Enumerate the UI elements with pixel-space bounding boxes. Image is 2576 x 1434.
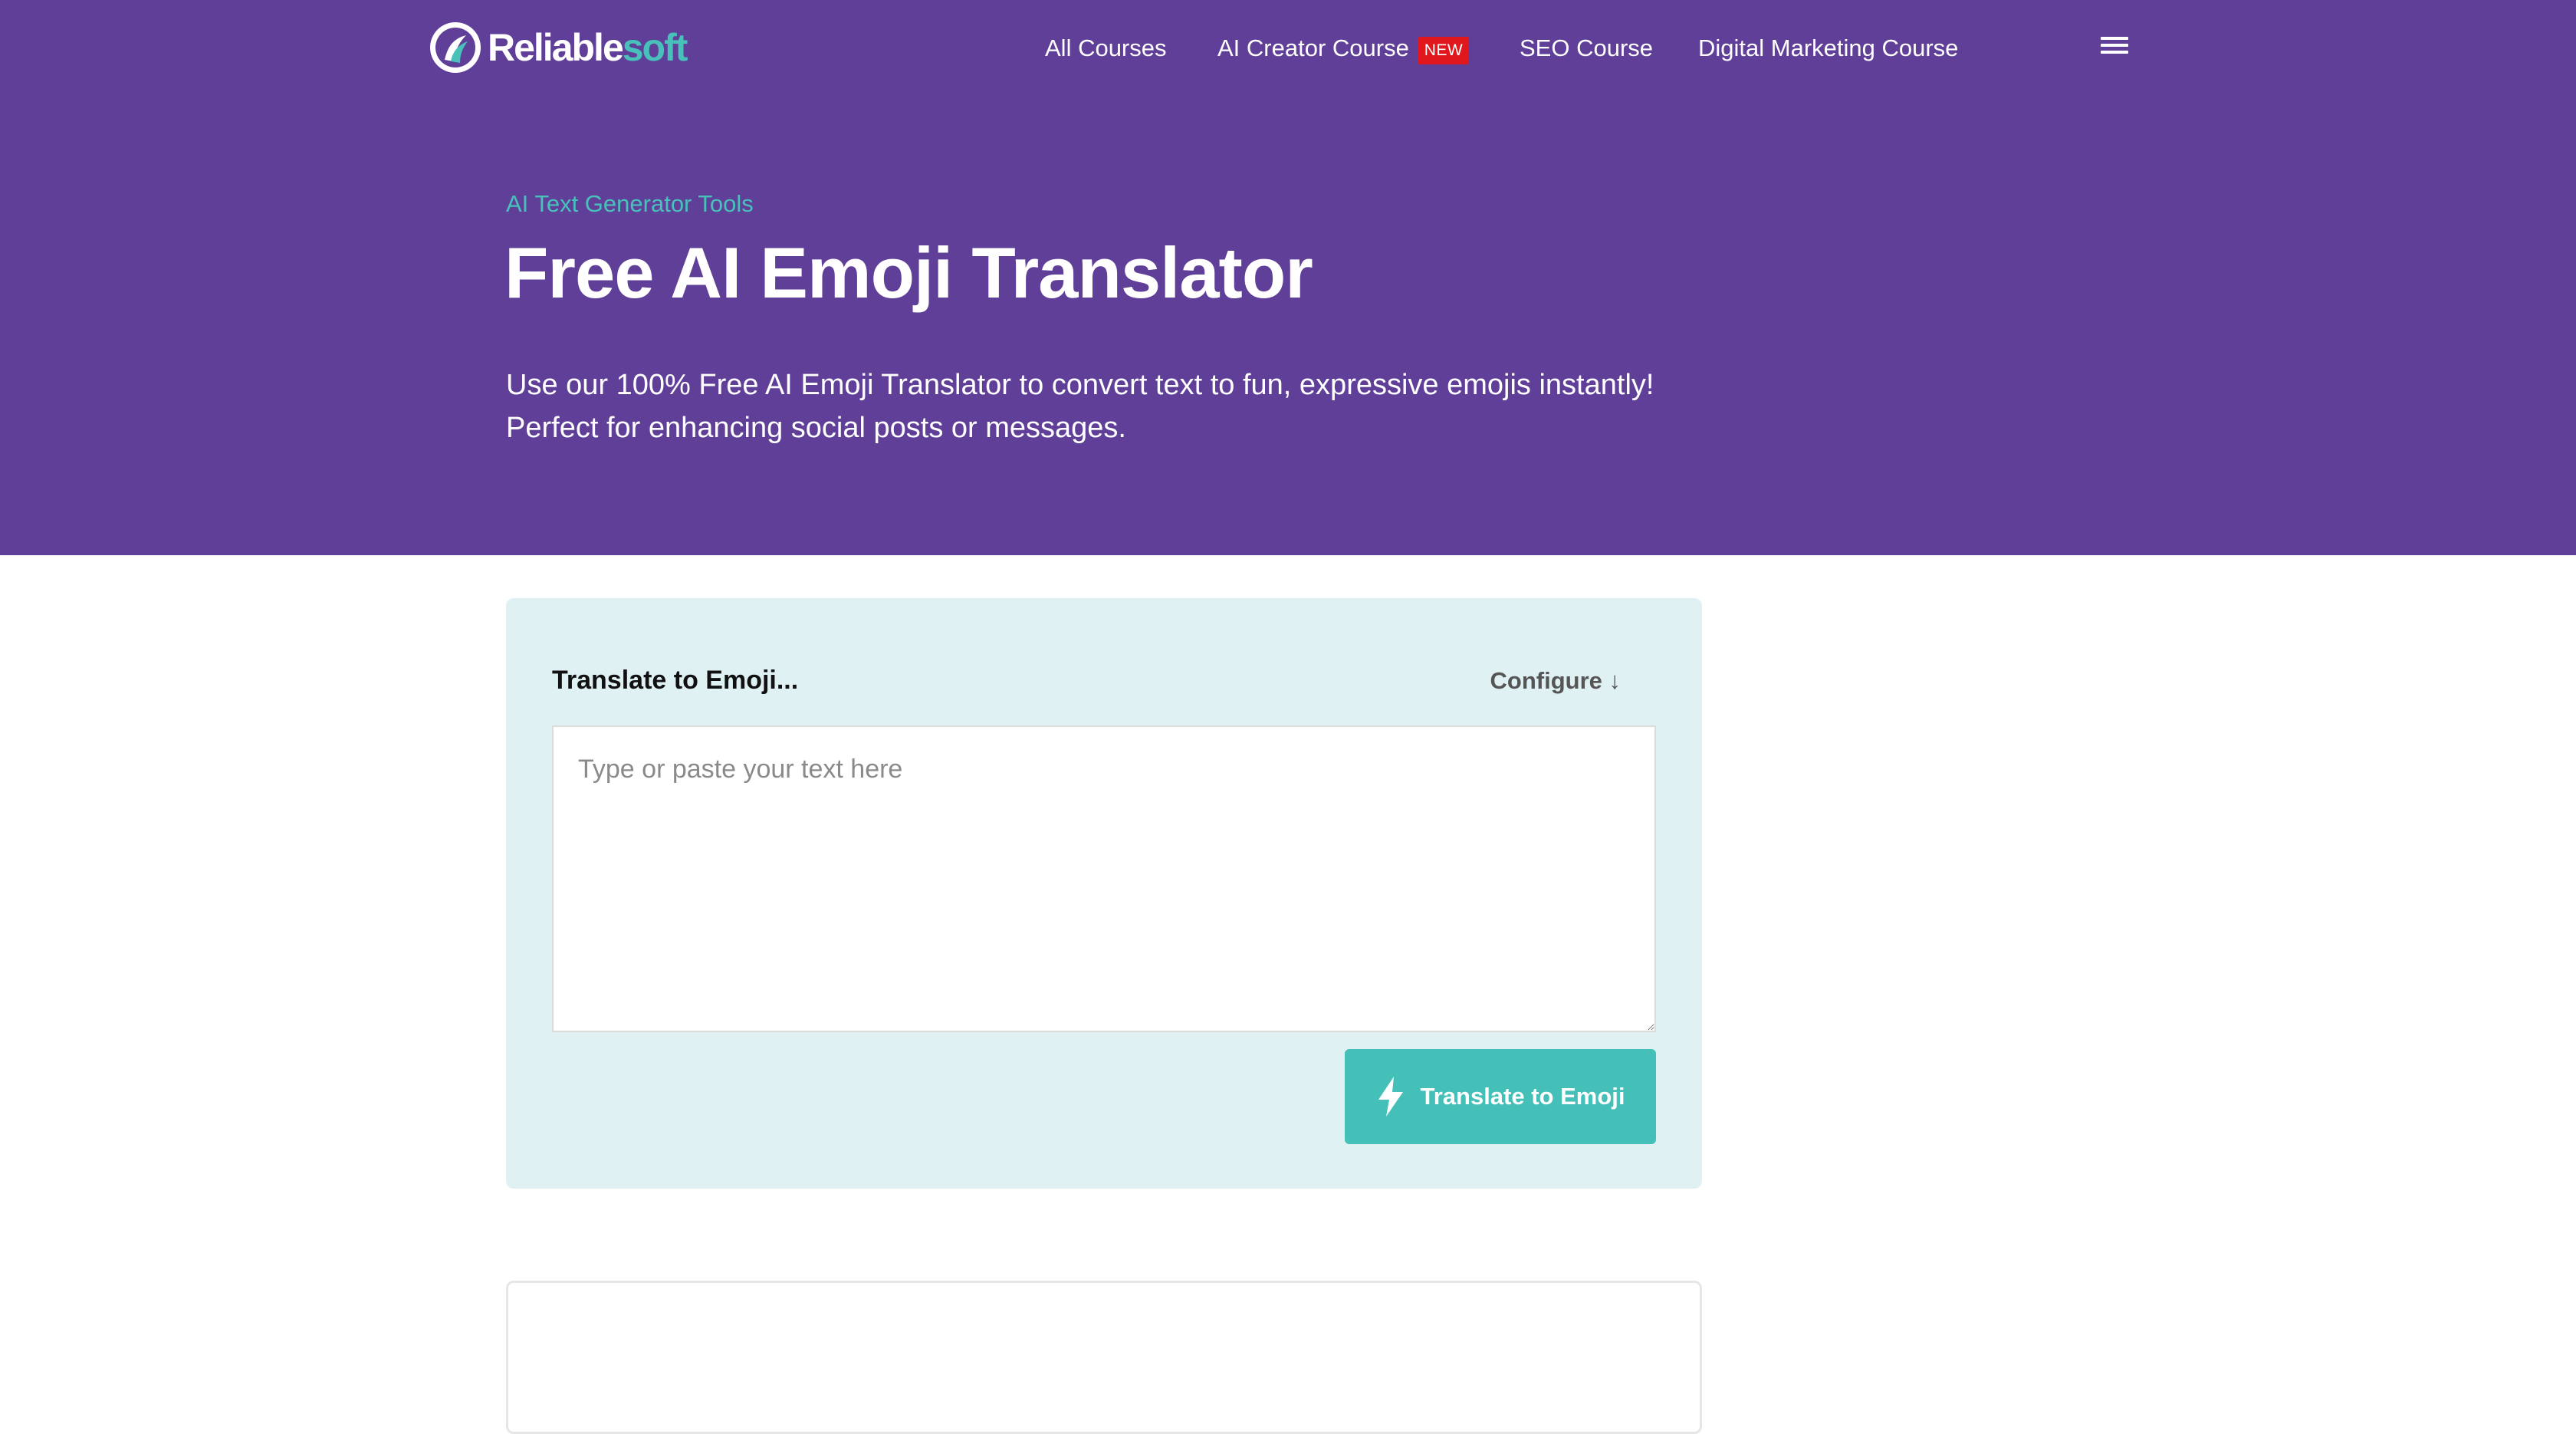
page-title: Free AI Emoji Translator bbox=[504, 232, 1313, 313]
text-input-wrapper bbox=[552, 725, 1656, 1032]
configure-toggle[interactable]: Configure ↓ bbox=[1490, 667, 1622, 695]
nav-link-seo-course[interactable]: SEO Course bbox=[1520, 31, 1653, 66]
nav-link-digital-marketing-course[interactable]: Digital Marketing Course bbox=[1698, 31, 1958, 66]
site-logo[interactable]: Reliablesoft bbox=[428, 18, 688, 77]
lightning-bolt-icon bbox=[1378, 1077, 1404, 1117]
output-card bbox=[506, 1281, 1702, 1434]
translate-button-label: Translate to Emoji bbox=[1420, 1083, 1625, 1110]
nav-link-ai-creator-course[interactable]: AI Creator Course bbox=[1217, 31, 1409, 66]
text-input[interactable] bbox=[552, 725, 1656, 1032]
nav-link-all-courses[interactable]: All Courses bbox=[1045, 31, 1167, 66]
breadcrumb-category[interactable]: AI Text Generator Tools bbox=[506, 190, 754, 218]
page-description-line-1: Use our 100% Free AI Emoji Translator to… bbox=[506, 369, 1654, 401]
logo-wordmark: Reliablesoft bbox=[488, 26, 688, 69]
page-description: Use our 100% Free AI Emoji Translator to… bbox=[506, 363, 1733, 449]
translator-tool-card: Translate to Emoji... Configure ↓ Transl… bbox=[506, 598, 1702, 1189]
hamburger-menu-icon[interactable] bbox=[2098, 34, 2131, 61]
hero-section: Reliablesoft All Courses AI Creator Cour… bbox=[0, 0, 2576, 555]
page-description-line-2: Perfect for enhancing social posts or me… bbox=[506, 412, 1126, 444]
tool-label: Translate to Emoji... bbox=[552, 666, 799, 695]
translate-to-emoji-button[interactable]: Translate to Emoji bbox=[1345, 1049, 1656, 1144]
logo-icon bbox=[430, 22, 481, 73]
new-badge: NEW bbox=[1418, 37, 1469, 64]
